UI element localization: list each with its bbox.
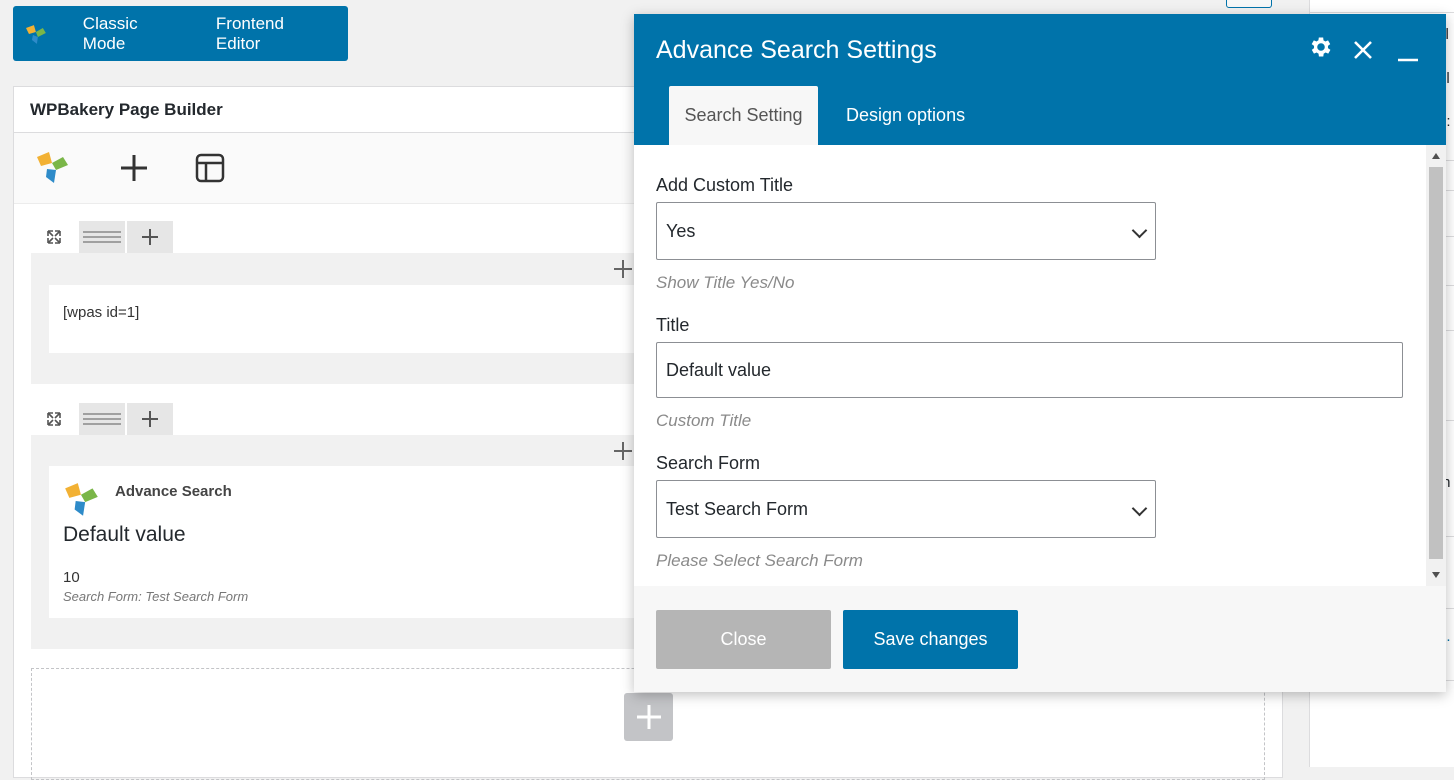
search-form-value: Test Search Form: [666, 498, 809, 519]
add-element-icon[interactable]: [613, 259, 633, 279]
modal-header: Advance Search Settings Search Setting D…: [634, 14, 1446, 145]
modal-body: Add Custom Title Yes Show Title Yes/No T…: [634, 145, 1426, 586]
element-count: 10: [63, 569, 80, 586]
search-form-hint: Please Select Search Form: [656, 551, 863, 570]
wpbakery-logo-icon[interactable]: [34, 149, 72, 187]
scroll-down-icon[interactable]: [1431, 571, 1441, 579]
custom-title-label: Add Custom Title: [656, 175, 794, 195]
row-controls: [31, 221, 175, 253]
close-icon[interactable]: [1352, 39, 1374, 61]
drag-handle-icon[interactable]: [79, 403, 125, 435]
custom-title-value: Yes: [666, 220, 696, 241]
templates-icon[interactable]: [194, 152, 226, 184]
wpbakery-logo-icon: [25, 24, 46, 44]
element-form-line: Search Form: Test Search Form: [63, 589, 249, 604]
modal-title: Advance Search Settings: [656, 36, 937, 64]
modal-scrollbar[interactable]: [1426, 145, 1446, 586]
scroll-up-icon[interactable]: [1431, 152, 1441, 160]
classic-mode-button[interactable]: Classic Mode: [67, 6, 200, 61]
search-form-label: Search Form: [656, 453, 761, 473]
title-label: Title: [656, 315, 690, 335]
save-changes-button[interactable]: Save changes: [843, 610, 1018, 669]
minimize-icon[interactable]: [1397, 54, 1419, 64]
title-input[interactable]: Default value: [656, 342, 1403, 398]
add-element-icon[interactable]: [613, 441, 633, 461]
tab-design-options[interactable]: Design options: [846, 86, 965, 145]
add-column-icon[interactable]: [127, 221, 173, 253]
title-value: Default value: [666, 359, 772, 380]
expand-icon[interactable]: [31, 221, 77, 253]
modal-footer: Close Save changes: [634, 586, 1446, 692]
chevron-down-icon: [1131, 500, 1148, 517]
screen-options-button[interactable]: [1226, 0, 1272, 8]
wpbakery-element-icon: [65, 483, 98, 516]
tab-search-setting[interactable]: Search Setting: [669, 86, 818, 145]
frontend-editor-button[interactable]: Frontend Editor: [200, 6, 348, 61]
settings-modal: Advance Search Settings Search Setting D…: [634, 14, 1446, 692]
gear-icon[interactable]: [1308, 34, 1334, 60]
chevron-down-icon: [1131, 222, 1148, 239]
plus-icon: [636, 705, 661, 729]
add-column-icon[interactable]: [127, 403, 173, 435]
expand-icon[interactable]: [31, 403, 77, 435]
custom-title-hint: Show Title Yes/No: [656, 273, 795, 292]
element-name: Advance Search: [115, 483, 232, 500]
add-row-button[interactable]: [624, 693, 673, 741]
drag-handle-icon[interactable]: [79, 221, 125, 253]
editor-mode-bar: Classic Mode Frontend Editor: [13, 6, 348, 61]
element-heading: Default value: [63, 523, 186, 546]
search-form-select[interactable]: Test Search Form: [656, 480, 1156, 538]
shortcode-text: [wpas id=1]: [63, 304, 140, 321]
add-element-icon[interactable]: [118, 152, 150, 184]
row-controls: [31, 403, 175, 435]
scroll-thumb[interactable]: [1429, 167, 1443, 559]
custom-title-select[interactable]: Yes: [656, 202, 1156, 260]
title-hint: Custom Title: [656, 411, 752, 430]
close-button[interactable]: Close: [656, 610, 831, 669]
